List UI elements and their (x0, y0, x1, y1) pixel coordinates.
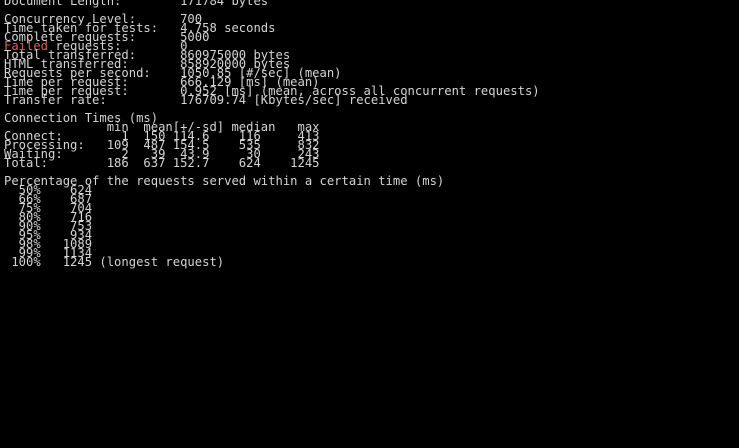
terminal-window[interactable]: Document Length: 171784 bytes Concurrenc… (0, 0, 739, 448)
percentile-row-100: 100% 1245 (longest request) (4, 255, 225, 269)
